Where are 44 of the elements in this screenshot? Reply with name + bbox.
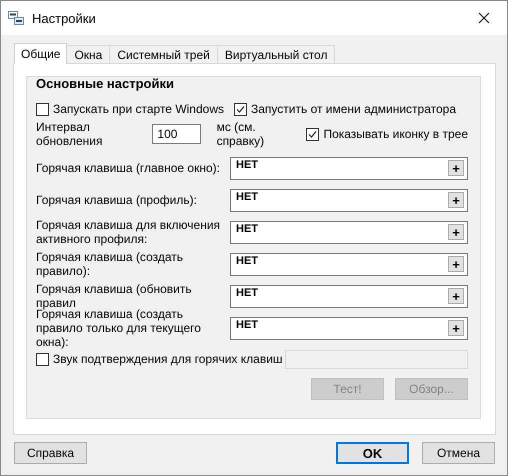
app-icon <box>8 11 24 25</box>
group-title: Основные настройки <box>36 76 175 92</box>
hotkey-label: Горячая клавиша (создать правило): <box>36 250 184 278</box>
checkbox[interactable] <box>36 352 49 366</box>
unit-label: мс (см. справку) <box>216 120 266 148</box>
hotkey-value: НЕТ <box>236 159 258 171</box>
hotkey-value: НЕТ <box>236 287 258 299</box>
dialog-button[interactable]: Справка <box>14 442 87 464</box>
hotkey-value: НЕТ <box>236 191 258 203</box>
dialog-button[interactable]: Отмена <box>422 442 495 464</box>
interval-field[interactable]: 100 <box>152 124 201 144</box>
checkbox[interactable] <box>306 128 320 140</box>
hotkey-label: Горячая клавиша (обновить правил <box>36 282 193 310</box>
hotkey-field[interactable]: НЕТ + <box>230 220 468 244</box>
add-button[interactable]: + <box>448 288 464 304</box>
hotkey-label: Горячая клавиша (главное окно): <box>36 161 221 175</box>
checkbox[interactable] <box>36 102 49 116</box>
interval-label: Интервал обновления <box>36 120 104 148</box>
hotkey-label: Горячая клавиша (профиль): <box>36 193 198 207</box>
close-icon <box>478 12 490 24</box>
add-button[interactable]: + <box>448 320 464 336</box>
add-button[interactable]: + <box>448 224 464 240</box>
tab[interactable]: Виртуальный стол <box>216 45 336 63</box>
hotkey-value: НЕТ <box>236 319 258 331</box>
add-button[interactable]: + <box>448 192 464 208</box>
checkbox[interactable] <box>234 102 247 116</box>
add-button[interactable]: + <box>448 256 464 272</box>
checkbox-label: Показывать иконку в трее <box>323 126 468 142</box>
checkbox-label: Запускать при старте Windows <box>53 102 224 116</box>
hotkey-field[interactable]: НЕТ + <box>230 284 468 308</box>
tab[interactable]: Общие <box>14 43 68 64</box>
hotkey-field[interactable]: НЕТ + <box>230 188 468 212</box>
window-title: Настройки <box>32 10 97 26</box>
hotkey-field[interactable]: НЕТ + <box>230 252 468 276</box>
hotkey-label: Горячая клавиша для включения активного профиля: <box>36 218 222 246</box>
hotkey-field[interactable]: НЕТ + <box>230 156 468 180</box>
dialog-button[interactable]: OK <box>336 442 409 464</box>
add-button[interactable]: + <box>448 160 464 176</box>
hotkey-value: НЕТ <box>236 255 258 267</box>
hotkey-field[interactable]: НЕТ + <box>230 316 468 340</box>
tab[interactable]: Системный трей <box>109 45 218 63</box>
checkbox-label: Звук подтверждения для горячих клавиш <box>53 352 283 366</box>
checkbox-label: Запустить от имени администратора <box>251 102 456 116</box>
hotkey-value: НЕТ <box>236 223 258 235</box>
